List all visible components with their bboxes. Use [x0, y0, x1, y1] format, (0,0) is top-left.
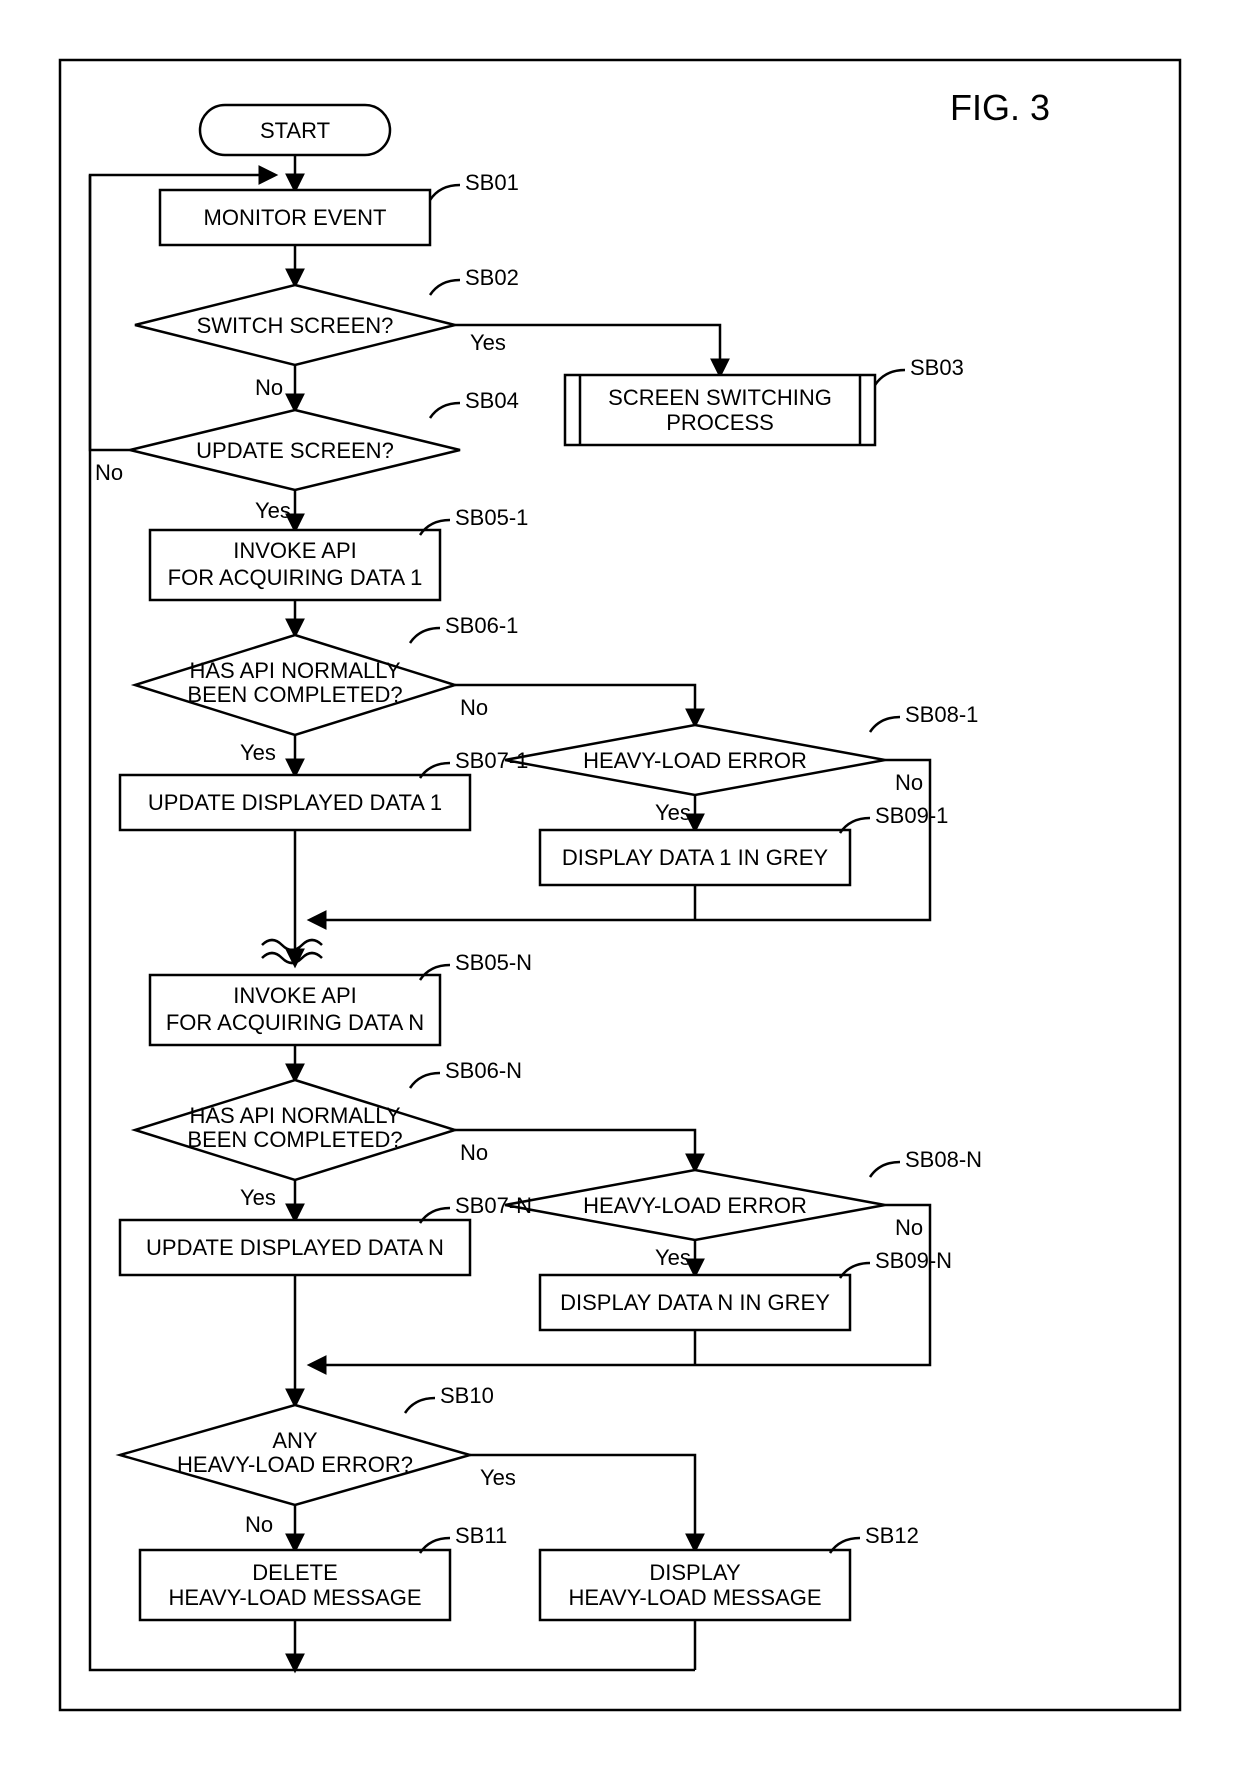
svg-text:HAS API NORMALLY: HAS API NORMALLY [189, 658, 400, 683]
svg-text:SB08-1: SB08-1 [905, 702, 978, 727]
svg-text:DISPLAY: DISPLAY [649, 1560, 741, 1585]
svg-text:FOR ACQUIRING DATA 1: FOR ACQUIRING DATA 1 [168, 565, 423, 590]
svg-text:PROCESS: PROCESS [666, 410, 774, 435]
svg-text:ANY: ANY [272, 1428, 318, 1453]
svg-text:BEEN COMPLETED?: BEEN COMPLETED? [187, 682, 402, 707]
svg-text:HEAVY-LOAD ERROR: HEAVY-LOAD ERROR [583, 748, 807, 773]
svg-text:Yes: Yes [480, 1465, 516, 1490]
svg-text:DISPLAY DATA 1 IN GREY: DISPLAY DATA 1 IN GREY [562, 845, 828, 870]
svg-text:SB08-N: SB08-N [905, 1147, 982, 1172]
svg-text:No: No [460, 1140, 488, 1165]
svg-text:No: No [895, 770, 923, 795]
svg-text:SB11: SB11 [455, 1523, 507, 1548]
svg-text:HEAVY-LOAD ERROR?: HEAVY-LOAD ERROR? [177, 1452, 413, 1477]
svg-text:SB10: SB10 [440, 1383, 494, 1408]
svg-text:SB04: SB04 [465, 388, 519, 413]
flowchart-diagram: FIG. 3 START MONITOR EVENT SB01 SWITCH S… [0, 0, 1240, 1766]
svg-text:Yes: Yes [240, 740, 276, 765]
svg-text:No: No [95, 460, 123, 485]
svg-text:SB09-1: SB09-1 [875, 803, 948, 828]
svg-text:UPDATE DISPLAYED DATA 1: UPDATE DISPLAYED DATA 1 [148, 790, 442, 815]
svg-text:SCREEN SWITCHING: SCREEN SWITCHING [608, 385, 832, 410]
svg-text:SB06-1: SB06-1 [445, 613, 518, 638]
start-node: START [200, 105, 390, 155]
svg-text:SB12: SB12 [865, 1523, 919, 1548]
svg-text:SB05-1: SB05-1 [455, 505, 528, 530]
svg-text:SB07-1: SB07-1 [455, 748, 528, 773]
svg-text:HEAVY-LOAD MESSAGE: HEAVY-LOAD MESSAGE [168, 1585, 421, 1610]
svg-text:No: No [895, 1215, 923, 1240]
svg-text:DISPLAY DATA N IN GREY: DISPLAY DATA N IN GREY [560, 1290, 830, 1315]
svg-text:INVOKE API: INVOKE API [233, 983, 357, 1008]
svg-text:HEAVY-LOAD ERROR: HEAVY-LOAD ERROR [583, 1193, 807, 1218]
svg-text:MONITOR EVENT: MONITOR EVENT [204, 205, 387, 230]
svg-text:UPDATE SCREEN?: UPDATE SCREEN? [196, 438, 394, 463]
svg-text:FOR ACQUIRING DATA N: FOR ACQUIRING DATA N [166, 1010, 424, 1035]
figure-title: FIG. 3 [950, 87, 1050, 128]
svg-text:INVOKE API: INVOKE API [233, 538, 357, 563]
svg-text:Yes: Yes [470, 330, 506, 355]
svg-text:Yes: Yes [655, 1245, 691, 1270]
svg-text:HAS API NORMALLY: HAS API NORMALLY [189, 1103, 400, 1128]
svg-text:SWITCH SCREEN?: SWITCH SCREEN? [197, 313, 394, 338]
svg-text:SB01: SB01 [465, 170, 519, 195]
svg-text:SB07-N: SB07-N [455, 1193, 532, 1218]
svg-text:SB05-N: SB05-N [455, 950, 532, 975]
svg-text:SB06-N: SB06-N [445, 1058, 522, 1083]
svg-text:Yes: Yes [240, 1185, 276, 1210]
svg-text:No: No [255, 375, 283, 400]
svg-text:SB03: SB03 [910, 355, 964, 380]
svg-text:Yes: Yes [655, 800, 691, 825]
svg-text:DELETE: DELETE [252, 1560, 338, 1585]
svg-text:SB02: SB02 [465, 265, 519, 290]
svg-text:START: START [260, 118, 330, 143]
svg-text:Yes: Yes [255, 498, 291, 523]
svg-text:SB09-N: SB09-N [875, 1248, 952, 1273]
svg-text:HEAVY-LOAD MESSAGE: HEAVY-LOAD MESSAGE [568, 1585, 821, 1610]
svg-text:No: No [245, 1512, 273, 1537]
svg-text:BEEN COMPLETED?: BEEN COMPLETED? [187, 1127, 402, 1152]
svg-text:No: No [460, 695, 488, 720]
svg-text:UPDATE DISPLAYED DATA N: UPDATE DISPLAYED DATA N [146, 1235, 444, 1260]
